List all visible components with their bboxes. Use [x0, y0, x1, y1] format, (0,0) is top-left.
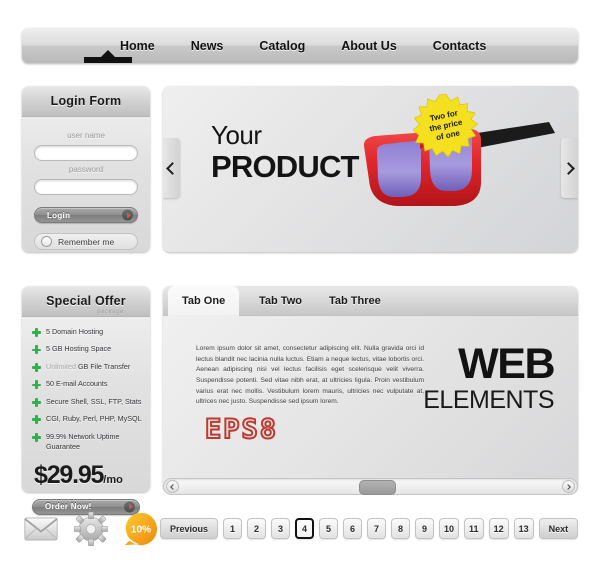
- feature-item: 99.9% Network Uptime Guarantee: [32, 432, 142, 453]
- feature-label: 5 Domain Hosting: [46, 327, 104, 336]
- pagination: Previous 1 2 3 4 5 6 7 8 9 10 11 12 13 N…: [160, 518, 579, 539]
- special-offer-subtitle: package: [97, 309, 124, 315]
- discount-label: 10%: [131, 524, 151, 535]
- scrollbar-thumb[interactable]: [359, 480, 396, 495]
- special-offer-title: Special Offer: [46, 294, 126, 308]
- pagination-page-6[interactable]: 6: [343, 518, 363, 539]
- nav-item-news[interactable]: News: [173, 28, 242, 63]
- feature-item: 50 E-mail Accounts: [32, 379, 142, 390]
- feature-item: Secure Shell, SSL, FTP, Stats: [32, 397, 142, 407]
- order-now-label: Order Now!: [45, 502, 92, 511]
- password-input[interactable]: [34, 179, 138, 195]
- feature-label: 99.9% Network Uptime Guarantee: [46, 431, 120, 452]
- headline-block: WEB ELEMENTS: [423, 340, 555, 414]
- username-input[interactable]: [34, 145, 138, 161]
- nav-item-catalog[interactable]: Catalog: [241, 28, 323, 63]
- feature-label: Secure Shell, SSL, FTP, Stats: [46, 396, 142, 406]
- pagination-page-13[interactable]: 13: [513, 518, 534, 539]
- password-label: password: [68, 165, 104, 174]
- arrow-right-icon: [122, 209, 133, 221]
- nav-item-about-us[interactable]: About Us: [323, 28, 415, 63]
- tab-two[interactable]: Tab Two: [245, 286, 316, 316]
- headline-big: WEB: [458, 340, 555, 388]
- login-submit-button[interactable]: Login: [34, 207, 138, 223]
- pagination-page-12[interactable]: 12: [488, 518, 509, 539]
- pagination-page-8[interactable]: 8: [391, 518, 411, 539]
- pagination-page-10[interactable]: 10: [439, 518, 460, 539]
- pagination-page-7[interactable]: 7: [367, 518, 387, 539]
- gear-icon[interactable]: [73, 511, 109, 547]
- login-form-header: Login Form: [22, 86, 150, 117]
- banner-heading: Your PRODUCT: [211, 122, 359, 182]
- pagination-page-11[interactable]: 11: [464, 518, 484, 539]
- plus-icon: [32, 397, 41, 407]
- feature-item: CGI, Ruby, Perl, PHP, MySQL: [32, 414, 142, 425]
- feature-muted-prefix: Unlimited: [46, 361, 76, 371]
- banner-next-button[interactable]: [561, 138, 578, 198]
- pagination-page-1[interactable]: 1: [223, 518, 243, 539]
- feature-label: 5 GB Hosting Space: [46, 344, 112, 354]
- offer-price-amount: $29.95: [34, 460, 104, 489]
- banner-line-2: PRODUCT: [211, 149, 359, 184]
- promo-badge: Two for the price of one: [412, 93, 479, 159]
- remember-me-label: Remember me: [58, 236, 115, 247]
- feature-item: 5 Domain Hosting: [32, 327, 142, 337]
- pagination-page-9[interactable]: 9: [415, 518, 435, 539]
- arrow-right-icon: [565, 483, 571, 490]
- headline-small: ELEMENTS: [423, 385, 554, 414]
- chevron-right-icon: [562, 161, 575, 175]
- feature-label: Unlimited GB File Transfer: [46, 362, 130, 372]
- nav-item-contacts[interactable]: Contacts: [415, 28, 504, 63]
- banner-prev-button[interactable]: [163, 138, 180, 198]
- plus-icon: [32, 380, 41, 390]
- chevron-left-icon: [166, 161, 179, 175]
- eps-label: EPS8: [204, 413, 279, 446]
- arrow-right-icon: [124, 501, 135, 512]
- tabs-module: Tab One Tab Two Tab Three Lorem ipsum do…: [163, 286, 578, 492]
- tab-panel-content: Lorem ipsum dolor sit amet, consectetur …: [163, 316, 578, 492]
- special-offer-header: Special Offer package: [22, 286, 150, 317]
- nav-active-indicator: [84, 50, 132, 63]
- pagination-previous[interactable]: Previous: [160, 518, 219, 539]
- pagination-next[interactable]: Next: [538, 518, 579, 539]
- pagination-page-2[interactable]: 2: [247, 518, 267, 539]
- scroll-left-button[interactable]: [166, 480, 179, 493]
- feature-label: 50 E-mail Accounts: [46, 379, 108, 389]
- pagination-page-3[interactable]: 3: [271, 518, 291, 539]
- login-form-title: Login Form: [50, 94, 122, 108]
- special-offer-panel: Special Offer package 5 Domain Hosting 5…: [22, 286, 150, 515]
- plus-icon: [32, 432, 41, 442]
- footer-icon-group: 10%: [24, 511, 158, 547]
- login-submit-label: Login: [47, 210, 71, 220]
- tab-bar: Tab One Tab Two Tab Three: [163, 286, 578, 316]
- horizontal-scrollbar[interactable]: [163, 478, 578, 495]
- feature-item: Unlimited GB File Transfer: [32, 362, 142, 372]
- username-label: user name: [67, 131, 105, 140]
- offer-price-period: /mo: [103, 473, 123, 486]
- envelope-icon[interactable]: [24, 512, 58, 546]
- feature-label: CGI, Ruby, Perl, PHP, MySQL: [46, 414, 142, 424]
- promo-badge-text: Two for the price of one: [407, 87, 485, 165]
- web-elements-ui-kit: Home News Catalog About Us Contacts Logi…: [0, 0, 600, 576]
- banner-line-1: Your: [211, 120, 262, 150]
- pagination-page-4[interactable]: 4: [295, 518, 315, 539]
- plus-icon: [32, 328, 41, 337]
- tab-three[interactable]: Tab Three: [315, 286, 395, 316]
- pagination-page-5[interactable]: 5: [319, 518, 339, 539]
- radio-icon: [41, 236, 52, 247]
- offer-price: $29.95/mo: [34, 461, 142, 490]
- feature-label-rest: GB File Transfer: [75, 361, 131, 371]
- scroll-right-button[interactable]: [562, 480, 575, 493]
- product-banner: Your PRODUCT Two for the price of one: [163, 86, 578, 252]
- plus-icon: [32, 345, 41, 355]
- tab-one[interactable]: Tab One: [168, 286, 240, 316]
- discount-badge-icon[interactable]: 10%: [124, 512, 158, 546]
- feature-item: 5 GB Hosting Space: [32, 344, 142, 355]
- remember-me-checkbox[interactable]: Remember me: [34, 233, 138, 250]
- login-form-panel: Login Form user name password Login Reme…: [22, 86, 150, 252]
- arrow-left-icon: [170, 483, 176, 490]
- plus-icon: [32, 362, 41, 372]
- plus-icon: [32, 415, 41, 425]
- tab-body-text: Lorem ipsum dolor sit amet, consectetur …: [196, 345, 424, 406]
